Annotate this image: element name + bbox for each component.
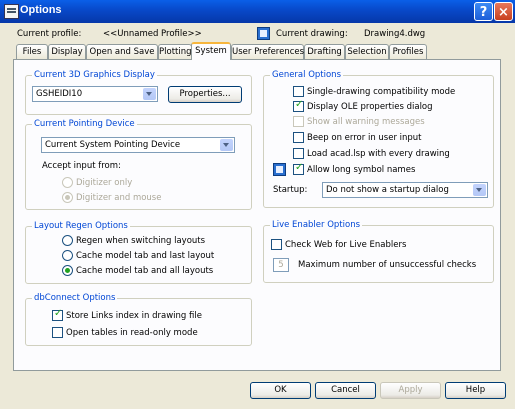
properties-button[interactable]: Properties... <box>168 86 242 103</box>
tab-profiles[interactable]: Profiles <box>389 44 427 59</box>
max-checks-input: 5 <box>273 258 289 272</box>
load-acad-lsp-label[interactable]: Load acad.lsp with every drawing <box>307 149 450 159</box>
tab-drafting[interactable]: Drafting <box>304 44 345 59</box>
live-enabler-group: Live Enabler Options <box>263 220 494 283</box>
drawing-icon <box>257 27 270 40</box>
pointing-device-title: Current Pointing Device <box>32 119 137 129</box>
tab-system[interactable]: System <box>191 42 231 60</box>
graphics-display-title: Current 3D Graphics Display <box>32 70 157 80</box>
digitizer-and-mouse-label: Digitizer and mouse <box>76 193 162 203</box>
title-bar[interactable]: Options ? × <box>0 0 515 23</box>
tab-plotting[interactable]: Plotting <box>158 44 192 59</box>
pointing-device-value: Current System Pointing Device <box>45 140 181 150</box>
live-enabler-title: Live Enabler Options <box>270 220 363 230</box>
cache-last-layout-label[interactable]: Cache model tab and last layout <box>76 251 214 261</box>
long-symbol-names-checkbox[interactable] <box>293 162 304 175</box>
tab-user-preferences[interactable]: User Preferences <box>231 44 304 59</box>
layout-regen-title: Layout Regen Options <box>32 221 130 231</box>
help-button[interactable]: Help <box>445 382 506 399</box>
window-title: Options <box>20 4 62 16</box>
ok-button[interactable]: OK <box>250 382 311 399</box>
digitizer-and-mouse-radio <box>62 192 73 203</box>
chevron-down-icon[interactable] <box>473 184 486 196</box>
read-only-label[interactable]: Open tables in read-only mode <box>66 328 198 338</box>
long-symbol-names-label[interactable]: Allow long symbol names <box>307 165 415 175</box>
current-profile-label: Current profile: <box>17 29 82 39</box>
cache-last-layout-radio[interactable] <box>62 250 73 261</box>
check-web-checkbox[interactable] <box>271 239 282 250</box>
digitizer-only-label: Digitizer only <box>76 178 133 188</box>
dbconnect-group: dbConnect Options <box>25 293 252 346</box>
tab-open-and-save[interactable]: Open and Save <box>86 44 158 59</box>
help-title-button[interactable]: ? <box>474 2 493 21</box>
check-web-label[interactable]: Check Web for Live Enablers <box>285 240 406 250</box>
graphics-display-value: GSHEIDI10 <box>36 89 83 99</box>
chevron-down-icon[interactable] <box>143 88 156 100</box>
store-links-checkbox[interactable] <box>52 308 63 321</box>
options-window-icon <box>4 4 19 19</box>
warning-messages-label: Show all warning messages <box>307 117 425 127</box>
tab-display[interactable]: Display <box>48 44 86 59</box>
chevron-down-icon[interactable] <box>220 139 233 151</box>
regen-switching-radio[interactable] <box>62 235 73 246</box>
ole-properties-label[interactable]: Display OLE properties dialog <box>307 102 433 112</box>
accept-input-label: Accept input from: <box>42 161 121 171</box>
drawing-setting-icon <box>273 163 286 176</box>
load-acad-lsp-checkbox[interactable] <box>293 148 304 159</box>
current-drawing-label: Current drawing: <box>276 29 348 39</box>
cache-all-layouts-label[interactable]: Cache model tab and all layouts <box>76 266 213 276</box>
general-options-title: General Options <box>270 70 343 80</box>
apply-button: Apply <box>380 382 441 399</box>
warning-messages-checkbox <box>293 116 304 127</box>
single-drawing-label[interactable]: Single-drawing compatibility mode <box>307 87 455 97</box>
tab-files[interactable]: Files <box>16 44 48 59</box>
startup-label: Startup: <box>273 185 308 195</box>
cancel-button[interactable]: Cancel <box>315 382 376 399</box>
regen-switching-label[interactable]: Regen when switching layouts <box>76 236 205 246</box>
store-links-label[interactable]: Store Links index in drawing file <box>66 311 202 321</box>
max-checks-label: Maximum number of unsuccessful checks <box>298 260 477 270</box>
read-only-checkbox[interactable] <box>52 327 63 338</box>
dbconnect-title: dbConnect Options <box>32 293 118 303</box>
single-drawing-checkbox[interactable] <box>293 86 304 97</box>
current-drawing-value: Drawing4.dwg <box>364 29 426 39</box>
startup-value: Do not show a startup dialog <box>326 185 449 195</box>
digitizer-only-radio <box>62 177 73 188</box>
tab-selection[interactable]: Selection <box>345 44 389 59</box>
current-profile-value: <<Unnamed Profile>> <box>103 29 202 39</box>
cache-all-layouts-radio[interactable] <box>62 265 73 276</box>
beep-on-error-label[interactable]: Beep on error in user input <box>307 133 422 143</box>
beep-on-error-checkbox[interactable] <box>293 132 304 143</box>
close-button[interactable]: × <box>494 2 513 21</box>
ole-properties-checkbox[interactable] <box>293 99 304 112</box>
graphics-display-select[interactable]: GSHEIDI10 <box>32 86 158 102</box>
startup-select[interactable]: Do not show a startup dialog <box>322 182 488 198</box>
pointing-device-select[interactable]: Current System Pointing Device <box>41 137 235 153</box>
